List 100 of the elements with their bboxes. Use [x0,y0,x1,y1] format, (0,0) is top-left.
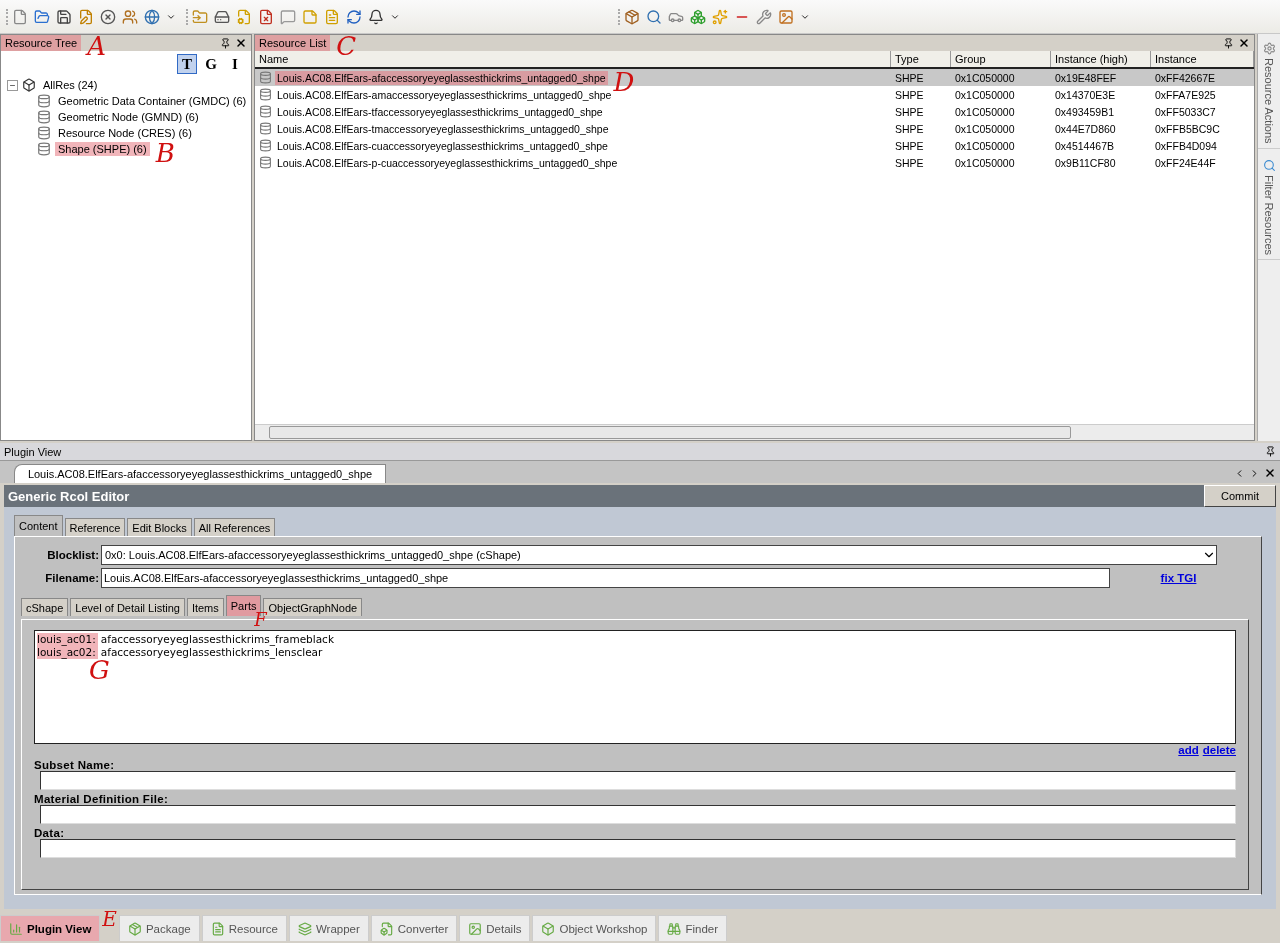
tab[interactable]: Reference [64,518,126,536]
save-icon[interactable] [56,8,72,25]
search-icon[interactable] [646,8,662,25]
pin-icon[interactable] [220,37,231,49]
field-label: Data: [34,827,66,839]
part-key: louis_ac02: [37,646,98,659]
globe-icon[interactable] [144,8,160,25]
annotation-letter: A [87,33,106,59]
side-tab[interactable]: Filter Resources [1258,154,1280,260]
table-cell-text: SHPE [894,71,925,84]
filename-field[interactable]: Louis.AC08.ElfEars-afaccessoryeyeglassesthickrims_untagged0_shpe [101,568,1110,588]
pin-icon[interactable] [1223,37,1234,49]
tab[interactable]: Edit Blocks [127,518,192,536]
view-toggle-button[interactable]: G [201,54,221,74]
annotation-letter: D [613,68,635,95]
tools-icon[interactable] [756,8,772,25]
users-icon[interactable] [122,8,138,25]
close-icon[interactable] [235,37,247,49]
tab[interactable]: Content [14,515,63,536]
package-icon[interactable] [624,8,640,25]
new-file-icon[interactable] [12,8,28,25]
table-cell-text: 0x1C050000 [954,122,1016,135]
bottom-tab[interactable]: Converter [370,915,458,941]
database-icon [37,110,51,124]
annotation-letter: B [155,140,175,166]
bottom-tab[interactable]: Package [118,915,200,941]
view-toggle-button[interactable]: I [225,54,245,74]
table-row[interactable]: Louis.AC08.ElfEars-p-cuaccessoryeyeglassesthickrims_untagged0_shpe SHPE 0x1C050000 0x9B11CF80 0xFF24E44F [255,154,1254,171]
column-header[interactable]: Group [951,51,1051,67]
close-circle-icon[interactable] [100,8,116,25]
tab[interactable]: cShape [21,598,69,616]
database-icon [37,142,51,156]
table-cell-text: 0x4514467B [1054,139,1115,152]
field-label: Filename: [44,572,99,584]
table-cell-text: 0x1C050000 [954,105,1016,118]
comment-icon[interactable] [280,8,296,25]
table-cell-text: 0xFF24E44F [1154,156,1217,169]
folder-icon[interactable] [192,8,208,25]
table-cell-text: 0xFFB4D094 [1154,139,1218,152]
part-value: afaccessoryeyeglassesthickrims_lensclear [100,646,323,659]
bottom-tab[interactable]: Wrapper [288,915,369,941]
database-icon [259,71,272,84]
open-folder-icon[interactable] [34,8,50,25]
note-delete-icon[interactable] [258,8,274,25]
pin-icon[interactable] [1265,446,1276,457]
column-header[interactable]: Type [891,51,951,67]
column-header[interactable]: Instance [1151,51,1254,67]
parts-list[interactable]: louis_ac01: afaccessoryeyeglassesthickrims_frameblack louis_ac02: afaccessoryeyeglassesthickrims_lensclear G [34,630,1236,744]
field-label: Material Definition File: [34,793,169,805]
boxes-icon[interactable] [690,8,706,25]
table-cell-text: 0xFFB5BC9C [1154,122,1221,135]
chart-icon [9,921,23,936]
table-row[interactable]: Louis.AC08.ElfEars-tmaccessoryeyeglassesthickrims_untagged0_shpe SHPE 0x1C050000 0x44E7D860 0xFFB5BC9C [255,120,1254,137]
table-cell-text: SHPE [894,156,925,169]
database-icon [259,105,272,118]
table-cell-text: 0x9B11CF80 [1054,156,1117,169]
field-label: Blocklist: [46,549,99,561]
tree-item[interactable]: Geometric Node (GMND) (6) [55,110,202,124]
tree-item[interactable]: Resource Node (CRES) (6) [55,126,195,140]
bottom-tab[interactable]: Finder [658,915,728,941]
table-cell-text: Louis.AC08.ElfEars-tmaccessoryeyeglassesthickrims_untagged0_shpe [276,121,610,136]
database-icon [37,126,51,140]
fix-tgi-link[interactable]: fix TGI [1160,572,1197,584]
bottom-tab[interactable]: Details [459,915,531,941]
view-toggle-button[interactable]: T [177,54,197,74]
search-icon [1262,158,1276,172]
tab[interactable]: Items [186,598,224,616]
commit-button[interactable]: Commit [1204,485,1276,507]
close-icon[interactable] [1238,37,1250,49]
document-tab[interactable]: Louis.AC08.ElfEars-afaccessoryeyeglassesthickrims_untagged0_shpe [14,464,386,483]
list-action-link[interactable]: delete [1202,744,1236,756]
bottom-tab[interactable]: Object Workshop [532,915,657,941]
column-header[interactable]: Instance (high) [1051,51,1151,67]
table-row[interactable]: Louis.AC08.ElfEars-cuaccessoryeyeglassesthickrims_untagged0_shpe SHPE 0x1C050000 0x4514467B 0xFFB4D094 [255,137,1254,154]
database-icon [259,139,272,152]
blocklist-dropdown[interactable]: 0x0: Louis.AC08.ElfEars-afaccessoryeyeglassesthickrims_untagged0_shpe (cShape) [101,545,1217,565]
picture-icon[interactable] [778,8,794,25]
tree-item[interactable]: AllRes (24) [40,78,101,92]
bottom-tab[interactable]: Plugin View [0,915,101,941]
picture-icon [468,921,483,936]
refresh-icon[interactable] [346,8,362,25]
side-tab[interactable]: Resource Actions [1258,38,1280,149]
edit-file-icon[interactable] [78,8,94,25]
tree-item[interactable]: Geometric Data Container (GMDC) (6) [55,94,250,108]
table-row[interactable]: Louis.AC08.ElfEars-tfaccessoryeyeglassesthickrims_untagged0_shpe SHPE 0x1C050000 0x493459B1 0xFF5033C7 [255,103,1254,120]
tab[interactable]: All References [193,518,276,536]
close-icon[interactable] [1264,467,1276,479]
layers-icon [297,921,312,936]
binoculars-icon [667,921,682,936]
database-icon [259,156,272,169]
list-action-link[interactable]: add [1178,744,1199,756]
table-cell-text: 0x1C050000 [954,139,1016,152]
bottom-tab[interactable]: Resource [201,915,287,941]
tab[interactable]: Level of Detail Listing [70,598,185,616]
bell-icon[interactable] [368,8,384,25]
table-cell-text: 0x1C050000 [954,156,1016,169]
database-icon [259,88,272,101]
table-cell-text: SHPE [894,105,925,118]
collapse-toggle[interactable] [7,79,18,91]
table-cell-text: SHPE [894,122,925,135]
